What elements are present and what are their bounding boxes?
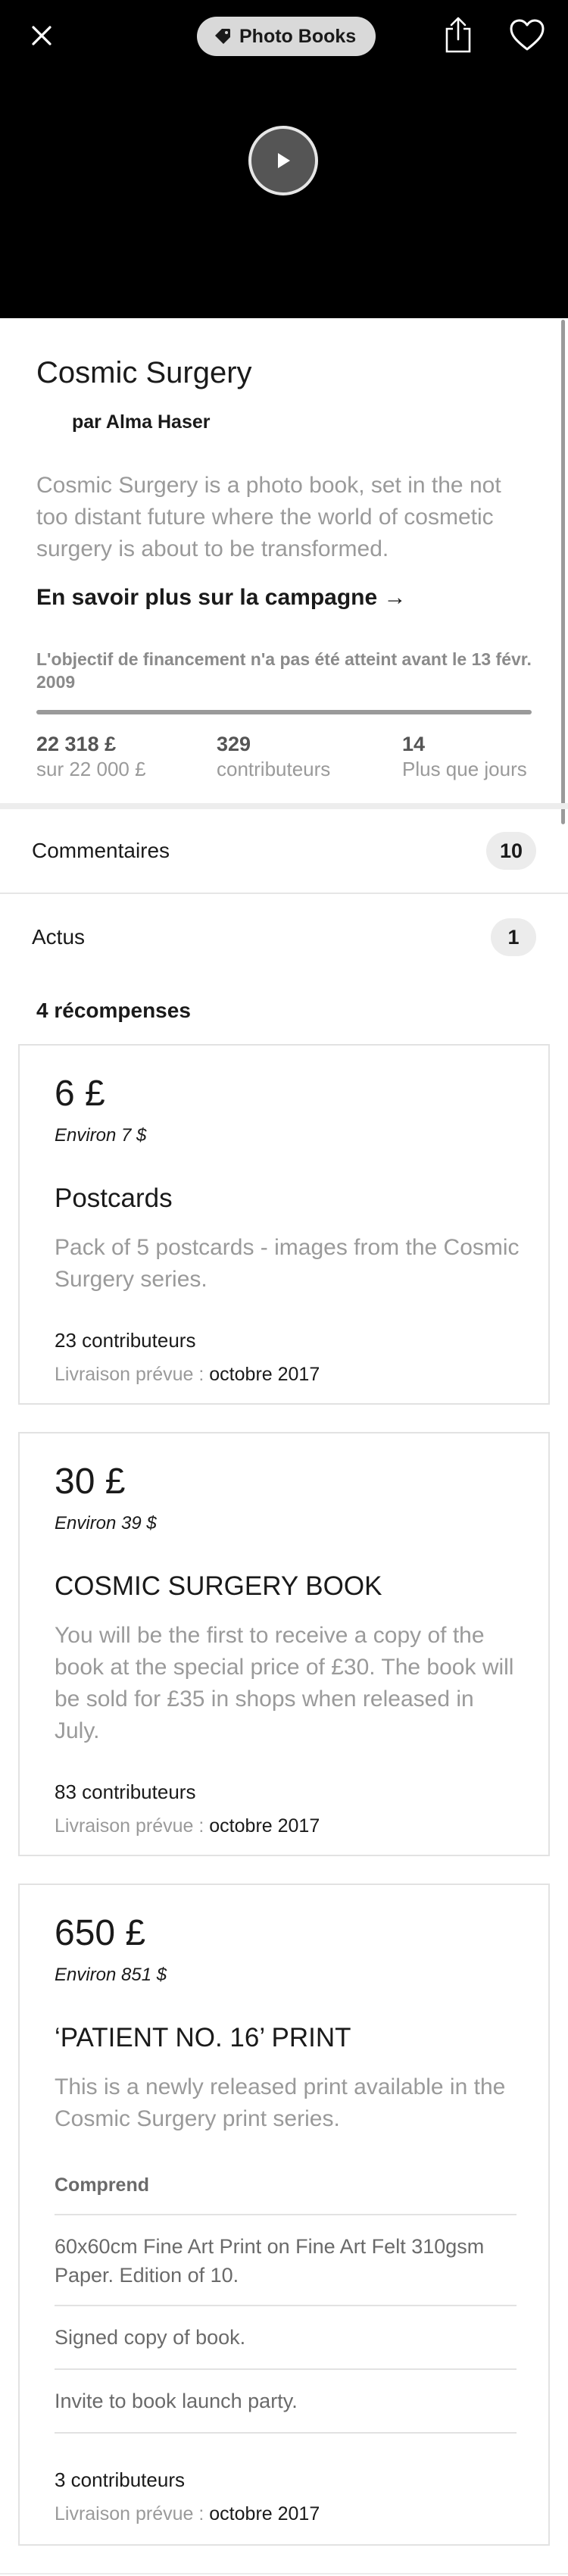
section-divider [0,803,568,809]
reward-description: This is a newly released print available… [55,2074,506,2131]
creator-name[interactable]: par Alma Haser [72,411,211,433]
category-pill[interactable]: Photo Books [197,17,376,56]
includes-divider [55,2305,517,2306]
delivery-label: Livraison prévue : [55,2503,210,2524]
category-label: Photo Books [239,25,357,47]
share-icon [445,17,471,53]
reward-description: Pack of 5 postcards - images from the Co… [55,1235,520,1292]
includes-item: Invite to book launch party. [55,2390,298,2412]
delivery-label: Livraison prévue : [55,1815,210,1837]
backers-count: 329 [217,733,251,755]
reward-card[interactable]: 6 £ Environ 7 $ Postcards Pack of 5 post… [18,1044,550,1405]
backers-label: contributeurs [217,758,331,780]
reward-price: 650 £ [55,1913,146,1953]
reward-price: 30 £ [55,1462,126,1502]
comments-row[interactable]: Commentaires 10 [0,809,568,893]
campaign-link[interactable]: En savoir plus sur la campagne → [36,585,407,611]
pledged-goal: sur 22 000 £ [36,758,146,780]
includes-heading: Comprend [55,2174,149,2196]
pledged-amount: 22 318 £ [36,733,117,755]
comments-count-badge: 10 [485,832,536,870]
stat-backers: 329 contributeurs [217,731,330,781]
share-button[interactable] [439,14,477,56]
rewards-heading: 4 récompenses [36,999,191,1022]
updates-row[interactable]: Actus 1 [0,896,568,979]
stat-pledged: 22 318 £ sur 22 000 £ [36,731,146,781]
heart-icon [510,19,545,51]
includes-item: 60x60cm Fine Art Print on Fine Art Felt … [55,2235,485,2287]
project-title: Cosmic Surgery [36,356,252,389]
updates-count-badge: 1 [491,918,536,956]
delivery-date: octobre 2017 [209,1364,320,1385]
bottom-divider [0,2573,568,2574]
reward-title: ‘PATIENT NO. 16’ PRINT [55,2023,351,2052]
project-blurb: Cosmic Surgery is a photo book, set in t… [36,473,501,561]
funding-progress-fill [36,710,532,714]
close-icon [32,26,51,45]
reward-approx-price: Environ 851 $ [55,1965,167,1985]
play-icon [278,153,290,168]
days-count: 14 [402,733,426,755]
delivery-date: octobre 2017 [209,2503,320,2524]
reward-price: 6 £ [55,1074,105,1114]
reward-title: COSMIC SURGERY BOOK [55,1571,382,1601]
updates-label: Actus [32,925,86,949]
funding-status-note: L'objectif de financement n'a pas été at… [36,649,532,692]
stat-days: 14 Plus que jours [402,731,527,781]
reward-delivery: Livraison prévue : octobre 2017 [55,1364,320,1386]
reward-backers: 3 contributeurs [55,2468,185,2491]
delivery-label: Livraison prévue : [55,1364,210,1385]
reward-card[interactable]: 30 £ Environ 39 $ COSMIC SURGERY BOOK Yo… [18,1432,550,1856]
includes-divider [55,2214,517,2215]
video-player[interactable]: Photo Books [0,0,568,318]
reward-title: Postcards [55,1183,173,1213]
reward-delivery: Livraison prévue : octobre 2017 [55,1815,320,1837]
reward-card[interactable]: 650 £ Environ 851 $ ‘PATIENT NO. 16’ PRI… [18,1884,550,2546]
reward-approx-price: Environ 39 $ [55,1513,157,1533]
reward-delivery: Livraison prévue : octobre 2017 [55,2503,320,2525]
tag-icon [215,29,230,44]
reward-backers: 83 contributeurs [55,1780,196,1803]
play-button[interactable] [248,126,318,195]
reward-approx-price: Environ 7 $ [55,1125,147,1146]
reward-description: You will be the first to receive a copy … [55,1623,514,1743]
reward-backers: 23 contributeurs [55,1329,196,1352]
includes-divider [55,2432,517,2434]
favorite-button[interactable] [506,15,548,55]
comments-label: Commentaires [32,839,170,862]
includes-divider [55,2368,517,2370]
funding-progress-bar [36,710,532,714]
scrollbar[interactable] [561,320,565,824]
includes-item: Signed copy of book. [55,2326,246,2349]
delivery-date: octobre 2017 [209,1815,320,1837]
close-button[interactable] [23,17,61,55]
days-label: Plus que jours [402,758,527,780]
row-divider [0,893,568,894]
